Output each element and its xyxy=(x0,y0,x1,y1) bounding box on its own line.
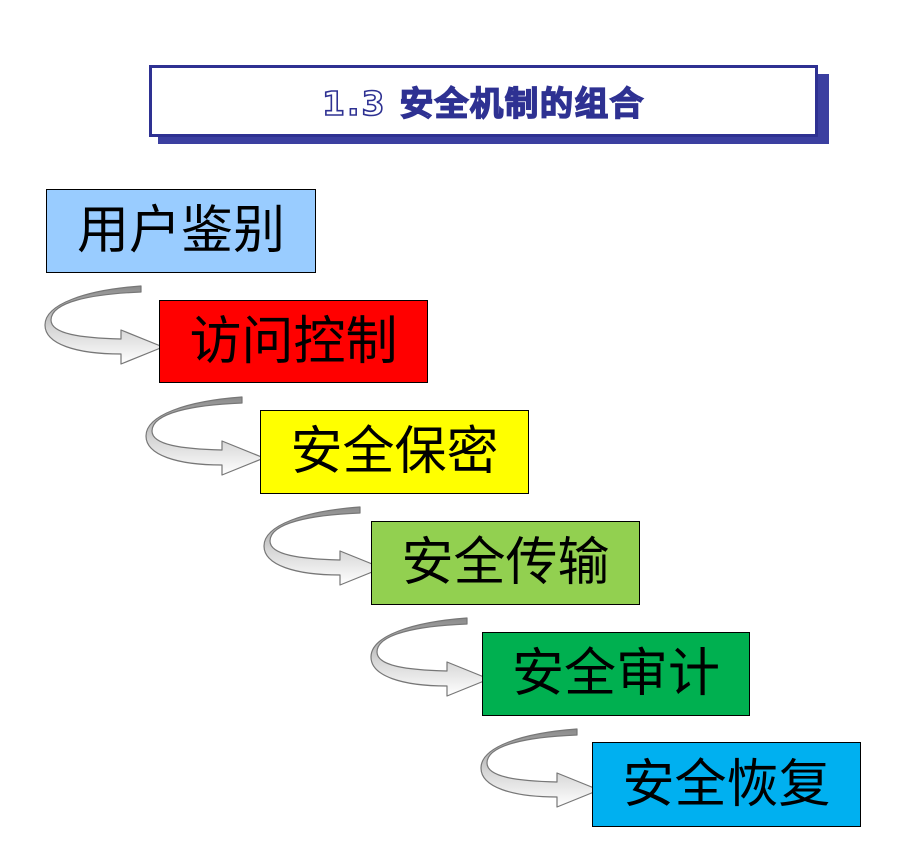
step-label: 访问控制 xyxy=(189,311,398,372)
step-security-confidentiality: 安全保密 xyxy=(260,410,529,494)
step-security-recovery: 安全恢复 xyxy=(592,742,861,827)
step-label: 安全保密 xyxy=(290,422,499,482)
step-label: 安全审计 xyxy=(511,644,720,704)
step-label: 用户鉴别 xyxy=(76,201,285,261)
step-secure-transmission: 安全传输 xyxy=(371,521,640,605)
step-label: 安全恢复 xyxy=(622,754,831,815)
curved-arrow-5 xyxy=(480,728,600,808)
curved-arrow-3 xyxy=(263,506,383,586)
step-user-authentication: 用户鉴别 xyxy=(46,189,316,273)
step-security-audit: 安全审计 xyxy=(482,632,750,716)
step-label: 安全传输 xyxy=(401,533,610,593)
step-access-control: 访问控制 xyxy=(159,300,428,383)
curved-arrow-4 xyxy=(370,617,490,697)
curved-arrow-2 xyxy=(145,396,265,476)
curved-arrow-1 xyxy=(44,285,164,365)
